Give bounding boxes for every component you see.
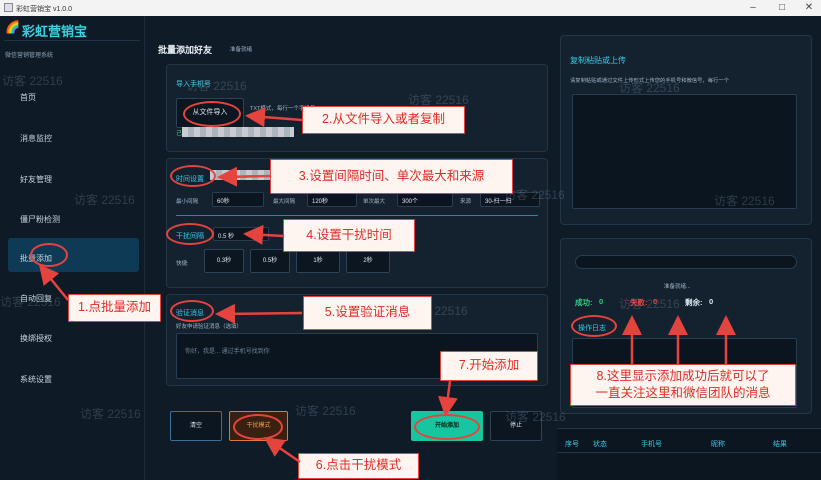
source-label: 来源 xyxy=(460,199,472,205)
max-interval-label: 最大间隔 xyxy=(273,199,296,205)
redacted-area xyxy=(182,127,294,137)
remain-count: 0 xyxy=(709,297,714,306)
annotation-step5: 5.设置验证消息 xyxy=(303,296,432,330)
close-button[interactable]: ✕ xyxy=(797,1,821,15)
app-logo: 彩虹营销宝 xyxy=(22,24,88,39)
annotation-step6: 6.点击干扰模式 xyxy=(298,453,419,479)
annotation-ring xyxy=(233,414,283,440)
sidebar-item-message-monitor[interactable]: 消息监控 xyxy=(20,133,52,144)
table-header-nickname: 昵称 xyxy=(711,441,725,448)
table-header-status: 状态 xyxy=(593,441,607,448)
redacted-area xyxy=(210,170,270,180)
watermark: 访客 22516 xyxy=(74,193,135,207)
annotation-step8-line2: 一直关注这里和微信团队的消息 xyxy=(595,386,771,400)
window-title: 彩虹营销宝 v1.0.0 xyxy=(16,6,73,13)
table-header-result: 结果 xyxy=(773,441,787,448)
sidebar-item-friends[interactable]: 好友管理 xyxy=(20,174,52,185)
sidebar-item-home[interactable]: 首页 xyxy=(20,92,36,103)
annotation-ring xyxy=(414,414,480,440)
page-title: 批量添加好友 xyxy=(158,45,213,55)
success-label: 成功: xyxy=(575,298,593,307)
quick-0.3s-button[interactable]: 0.3秒 xyxy=(204,249,244,273)
sidebar-item-rebind[interactable]: 换绑授权 xyxy=(20,333,52,344)
annotation-step1: 1.点批量添加 xyxy=(68,294,161,322)
sidebar-item-settings[interactable]: 系统设置 xyxy=(20,374,52,385)
annotation-step3: 3.设置间隔时间、单次最大和来源 xyxy=(270,159,513,194)
rainbow-logo-icon: 🌈 xyxy=(5,20,20,34)
watermark: 访客 22516 xyxy=(505,410,566,424)
watermark: 访客 22516 xyxy=(186,79,247,93)
annotation-step7: 7.开始添加 xyxy=(440,351,538,381)
sidebar-item-zombie-check[interactable]: 僵尸粉检测 xyxy=(20,214,60,225)
table-header-phone: 手机号 xyxy=(641,441,662,448)
minimize-button[interactable]: – xyxy=(741,1,765,15)
remain-label: 剩余: xyxy=(685,298,703,307)
watermark: 访客 22516 xyxy=(619,297,680,311)
annotation-step2: 2.从文件导入或者复制 xyxy=(302,106,465,134)
watermark: 访客 22516 xyxy=(295,404,356,418)
single-max-input[interactable]: 300个 xyxy=(397,192,453,207)
annotation-ring xyxy=(183,101,241,127)
quick-label: 快捷: xyxy=(176,261,189,267)
quick-2s-button[interactable]: 2秒 xyxy=(346,249,390,273)
progress-status: 准备就绪... xyxy=(664,284,691,290)
annotation-step8-line1: 8.这里显示添加成功后就可以了 xyxy=(596,369,770,383)
annotation-ring xyxy=(166,223,214,245)
table-header-index: 序号 xyxy=(565,441,579,448)
min-interval-input[interactable]: 60秒 xyxy=(212,192,264,207)
status-text: 准备就绪 xyxy=(230,47,253,53)
quick-1s-button[interactable]: 1秒 xyxy=(296,249,340,273)
watermark: 访客 22516 xyxy=(504,188,565,202)
result-table xyxy=(557,428,821,480)
maximize-button[interactable]: □ xyxy=(770,1,794,15)
window-titlebar: 彩虹营销宝 v1.0.0 – □ ✕ xyxy=(0,0,821,16)
clear-button[interactable]: 清空 xyxy=(170,411,222,441)
min-interval-label: 最小间隔 xyxy=(176,199,199,205)
watermark: 访客 22516 xyxy=(2,74,63,88)
single-max-label: 单次最大 xyxy=(363,199,386,205)
watermark: 访客 22516 xyxy=(0,295,61,309)
paste-heading: 复制粘贴或上传 xyxy=(570,56,626,65)
quick-0.5s-button[interactable]: 0.5秒 xyxy=(250,249,290,273)
verify-sublabel: 好友申请验证消息（选填） xyxy=(176,324,243,330)
app-subtitle: 微信营销管理系统 xyxy=(5,53,54,59)
app-icon xyxy=(4,3,13,12)
annotation-step8: 8.这里显示添加成功后就可以了 一直关注这里和微信团队的消息 xyxy=(570,364,796,406)
max-interval-input[interactable]: 120秒 xyxy=(307,192,357,207)
progress-bar xyxy=(575,255,797,269)
watermark: 访客 22516 xyxy=(619,81,680,95)
annotation-ring xyxy=(170,165,216,187)
annotation-ring xyxy=(30,243,68,267)
annotation-ring xyxy=(170,300,214,322)
annotation-step4: 4.设置干扰时间 xyxy=(283,219,415,252)
interference-input[interactable]: 0.5 秒 xyxy=(213,227,269,241)
success-count: 0 xyxy=(599,297,604,306)
annotation-ring xyxy=(571,315,617,337)
watermark: 访客 22516 xyxy=(80,407,141,421)
watermark: 访客 22516 xyxy=(714,194,775,208)
